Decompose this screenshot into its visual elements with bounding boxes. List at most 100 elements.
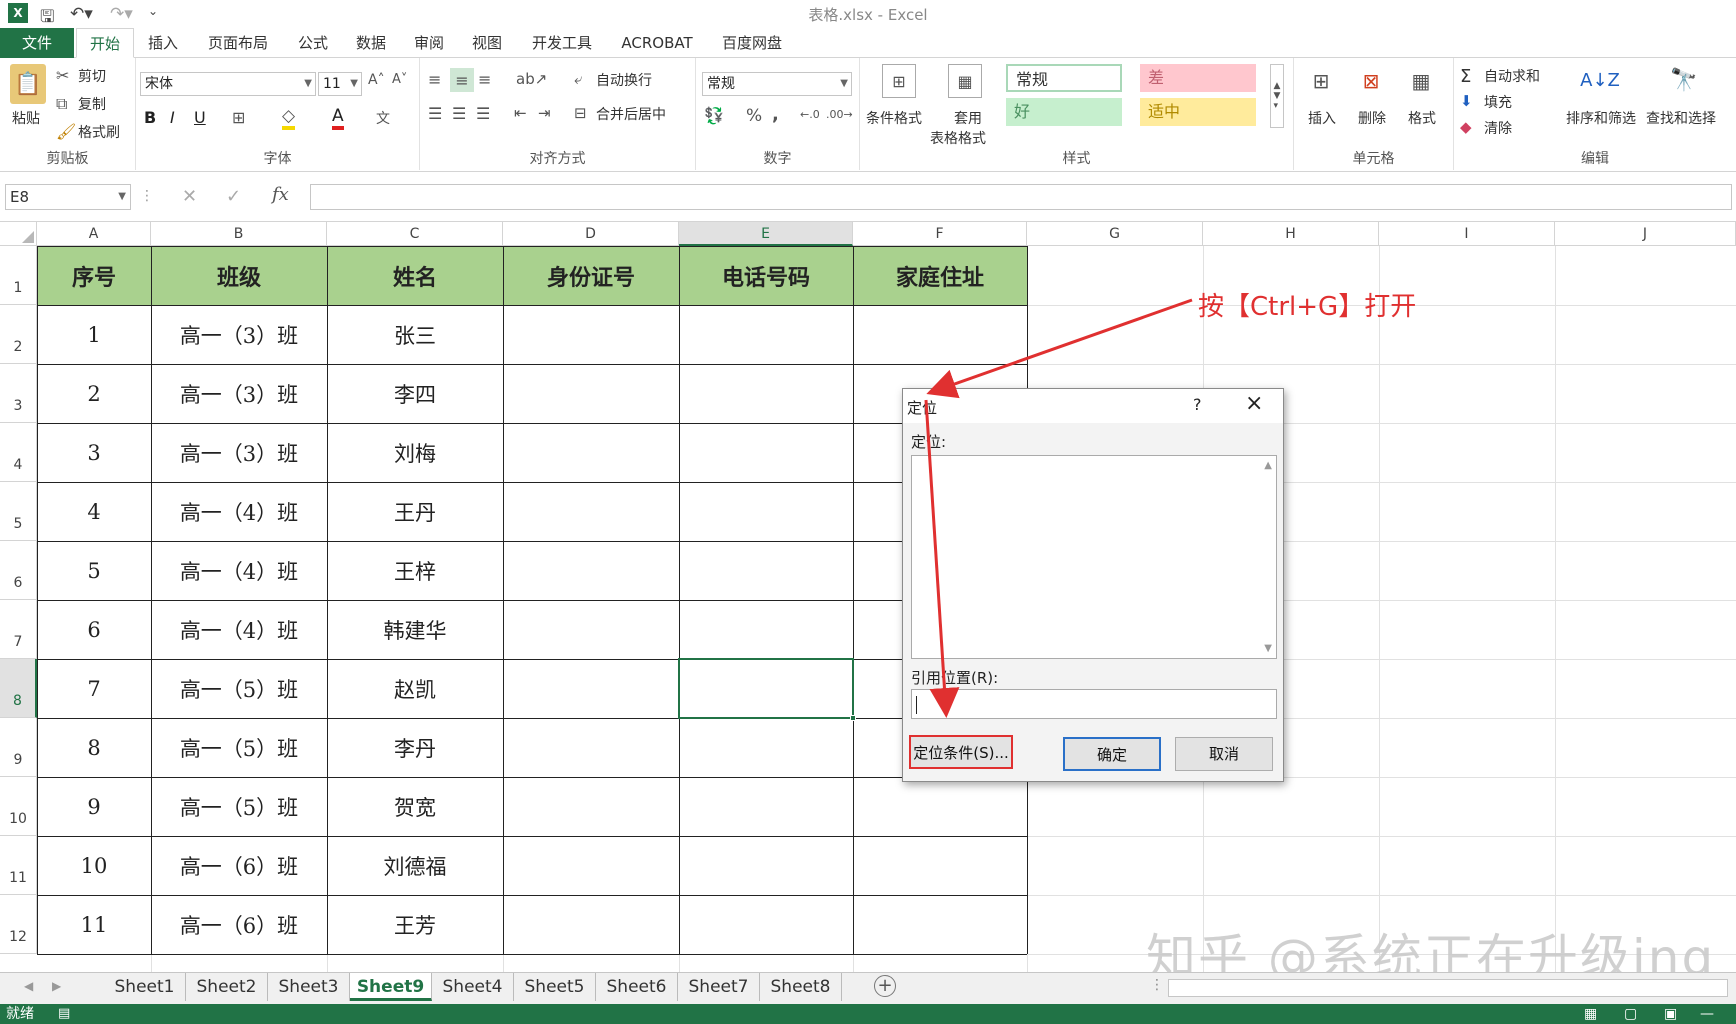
underline-button[interactable]: U <box>194 108 206 127</box>
increase-indent-icon[interactable]: ⇥ <box>538 104 551 122</box>
macro-record-icon[interactable]: ▤ <box>58 1004 70 1024</box>
sheet-tab[interactable]: Sheet8 <box>760 973 842 1001</box>
row-header[interactable]: 8 <box>0 659 37 718</box>
column-header[interactable]: J <box>1555 222 1736 246</box>
row-header[interactable]: 6 <box>0 541 37 600</box>
row-header[interactable]: 5 <box>0 482 37 541</box>
align-bottom-icon[interactable]: ≡ <box>478 70 491 89</box>
increase-decimal-icon[interactable]: ←.0 <box>800 108 820 121</box>
table-cell[interactable]: 5 <box>37 541 151 600</box>
table-cell[interactable]: 3 <box>37 423 151 482</box>
autosum-button[interactable]: 自动求和 <box>1484 66 1540 86</box>
row-header[interactable]: 10 <box>0 777 37 836</box>
tab-home[interactable]: 开始 <box>76 28 134 58</box>
table-cell[interactable] <box>679 482 853 541</box>
align-right-icon[interactable]: ☰ <box>476 104 490 123</box>
confirm-entry-icon[interactable]: ✓ <box>226 186 241 207</box>
goto-special-button[interactable]: 定位条件(S)... <box>909 735 1013 769</box>
align-top-icon[interactable]: ≡ <box>428 70 441 89</box>
row-header[interactable]: 3 <box>0 364 37 423</box>
table-cell[interactable] <box>503 541 679 600</box>
clear-button[interactable]: 清除 <box>1484 118 1512 138</box>
row-header[interactable]: 11 <box>0 836 37 895</box>
ok-button[interactable]: 确定 <box>1063 737 1161 771</box>
sheet-tab[interactable]: Sheet5 <box>514 973 596 1001</box>
tab-formulas[interactable]: 公式 <box>290 28 336 58</box>
table-cell[interactable]: 高一（6）班 <box>151 836 327 895</box>
table-cell[interactable]: 韩建华 <box>327 600 503 659</box>
tab-page-layout[interactable]: 页面布局 <box>198 28 278 58</box>
table-cell[interactable]: 11 <box>37 895 151 954</box>
find-select-button[interactable]: 查找和选择 <box>1646 108 1716 128</box>
table-cell[interactable] <box>679 777 853 836</box>
table-header-cell[interactable]: 序号 <box>37 246 151 305</box>
fill-button[interactable]: 填充 <box>1484 92 1512 112</box>
close-icon[interactable]: × <box>1245 391 1263 416</box>
table-cell[interactable] <box>503 600 679 659</box>
table-format-button-1[interactable]: 套用 <box>954 108 982 128</box>
table-cell[interactable] <box>853 305 1027 364</box>
table-cell[interactable]: 李四 <box>327 364 503 423</box>
page-layout-view-icon[interactable]: ▢ <box>1624 1004 1637 1024</box>
table-cell[interactable] <box>503 482 679 541</box>
style-normal[interactable]: 常规 <box>1006 64 1122 92</box>
sheet-tab[interactable]: Sheet1 <box>104 973 186 1001</box>
row-header[interactable]: 1 <box>0 246 37 305</box>
table-cell[interactable]: 高一（5）班 <box>151 659 327 718</box>
table-cell[interactable] <box>679 718 853 777</box>
table-cell[interactable] <box>679 423 853 482</box>
table-cell[interactable] <box>679 541 853 600</box>
style-bad[interactable]: 差 <box>1140 64 1256 92</box>
format-cells-button[interactable]: 格式 <box>1408 108 1436 128</box>
row-header[interactable]: 7 <box>0 600 37 659</box>
shrink-font-icon[interactable]: A˅ <box>392 72 407 87</box>
table-cell[interactable]: 9 <box>37 777 151 836</box>
table-cell[interactable]: 2 <box>37 364 151 423</box>
table-cell[interactable]: 刘梅 <box>327 423 503 482</box>
sheet-tab[interactable]: Sheet3 <box>268 973 350 1001</box>
sheet-tab[interactable]: Sheet9 <box>350 973 432 1001</box>
tab-insert[interactable]: 插入 <box>140 28 186 58</box>
table-cell[interactable]: 6 <box>37 600 151 659</box>
column-header[interactable]: F <box>853 222 1027 246</box>
sort-filter-button[interactable]: 排序和筛选 <box>1566 108 1636 128</box>
merge-center-button[interactable]: 合并后居中 <box>596 104 666 124</box>
sheet-tab[interactable]: Sheet7 <box>678 973 760 1001</box>
row-header[interactable]: 2 <box>0 305 37 364</box>
sheet-tab[interactable]: Sheet2 <box>186 973 268 1001</box>
table-cell[interactable] <box>503 659 679 718</box>
orientation-icon[interactable]: ab↗ <box>516 70 547 88</box>
name-box[interactable]: E8 ▼ <box>5 184 131 210</box>
table-cell[interactable] <box>503 718 679 777</box>
table-cell[interactable]: 王丹 <box>327 482 503 541</box>
fill-color-icon[interactable]: ◇ <box>282 106 296 130</box>
table-cell[interactable]: 王梓 <box>327 541 503 600</box>
font-size-select[interactable]: 11 ▼ <box>318 72 362 96</box>
column-header[interactable]: H <box>1203 222 1379 246</box>
table-cell[interactable] <box>503 423 679 482</box>
tab-review[interactable]: 审阅 <box>406 28 452 58</box>
table-header-cell[interactable]: 姓名 <box>327 246 503 305</box>
reference-input[interactable] <box>911 689 1277 719</box>
table-header-cell[interactable]: 身份证号 <box>503 246 679 305</box>
table-cell[interactable]: 高一（4）班 <box>151 482 327 541</box>
row-header[interactable]: 9 <box>0 718 37 777</box>
column-header[interactable]: D <box>503 222 679 246</box>
delete-cells-button[interactable]: 删除 <box>1358 108 1386 128</box>
column-header[interactable]: G <box>1027 222 1203 246</box>
style-good[interactable]: 好 <box>1006 98 1122 126</box>
table-cell[interactable]: 高一（5）班 <box>151 777 327 836</box>
sheet-tab[interactable]: Sheet6 <box>596 973 678 1001</box>
hscroll-splitter-icon[interactable]: ⋮ <box>1150 977 1164 993</box>
table-cell[interactable]: 高一（3）班 <box>151 305 327 364</box>
table-cell[interactable]: 高一（4）班 <box>151 600 327 659</box>
normal-view-icon[interactable]: ▦ <box>1584 1004 1597 1024</box>
borders-icon[interactable]: ⊞ <box>232 108 245 127</box>
table-cell[interactable]: 高一（5）班 <box>151 718 327 777</box>
styles-scroll-icon[interactable]: ▲ ▼ ▾ <box>1270 64 1284 128</box>
table-cell[interactable] <box>853 836 1027 895</box>
table-cell[interactable]: 高一（4）班 <box>151 541 327 600</box>
phonetic-icon[interactable]: 文 <box>376 108 390 128</box>
tab-developer[interactable]: 开发工具 <box>522 28 602 58</box>
cut-button[interactable]: 剪切 <box>78 66 106 86</box>
